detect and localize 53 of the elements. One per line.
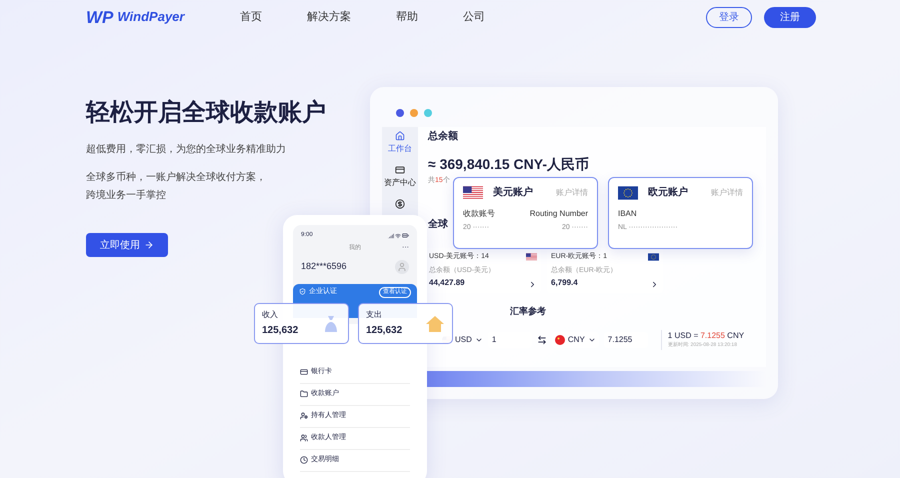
signal-icon [388, 232, 394, 238]
account-title: 欧元账户 [648, 185, 688, 200]
get-started-button[interactable]: 立即使用 [86, 233, 168, 257]
hero-title: 轻松开启全球收款账户 [86, 98, 326, 128]
login-button[interactable]: 登录 [706, 6, 752, 28]
eu-flag-icon [618, 186, 638, 200]
stat-value: 125,632 [366, 324, 402, 338]
rates-title: 汇率参考 [510, 304, 546, 318]
hero-description: 全球多币种，一账户解决全球收付方案， 跨境业务一手掌控 [86, 170, 267, 203]
menu-icon [300, 368, 308, 376]
swap-icon[interactable] [536, 334, 547, 345]
sidebar-icon [395, 131, 405, 141]
house-icon [425, 314, 445, 334]
menu-icon [300, 434, 308, 442]
arrow-right-icon [144, 240, 154, 250]
nav-link[interactable]: 公司 [463, 8, 485, 26]
field-label: 收款账号 [463, 208, 495, 220]
hero-subtitle: 超低费用，零汇损，为您的全球业务精准助力 [86, 142, 287, 157]
stat-value: 125,632 [262, 324, 298, 338]
logo-text: WindPayer [117, 8, 184, 26]
sidebar-item[interactable]: 工作台 [388, 131, 412, 155]
currency-total: 44,427.89 [429, 276, 466, 288]
sidebar-item[interactable] [395, 199, 405, 209]
menu-icon [300, 412, 308, 420]
balance-label: 总余额 [428, 129, 459, 144]
logo-mark: WP [86, 8, 114, 26]
account-title: 美元账户 [493, 185, 533, 200]
currencies-title: 全球 [428, 218, 448, 232]
sidebar-item[interactable]: 资产中心 [384, 165, 416, 189]
stat-label: 收入 [262, 309, 279, 321]
chevron-right-icon [650, 280, 659, 288]
us-flag-icon [526, 252, 537, 261]
field-label: Routing Number [530, 208, 588, 220]
sidebar-icon [395, 199, 405, 209]
balance-amount: ≈ 369,840.15 CNY-人民币 [428, 155, 590, 174]
cn-flag-icon [554, 334, 565, 345]
eu-flag-icon [648, 252, 659, 261]
chevron-right-icon [528, 280, 537, 288]
nav-link[interactable]: 解决方案 [307, 8, 351, 26]
nav-link[interactable]: 首页 [240, 8, 262, 26]
shield-icon [299, 288, 306, 296]
currency-total: 6,799.4 [551, 276, 579, 288]
exchange-rate: 1 USD = 7.1255 CNY [668, 330, 744, 342]
us-flag-icon [463, 186, 483, 200]
sidebar-icon [395, 165, 405, 175]
field-label: IBAN [618, 208, 638, 220]
nav-link[interactable]: 帮助 [396, 8, 418, 26]
user-phone: 182***6596 [301, 260, 347, 273]
battery-icon [402, 232, 409, 239]
menu-icon [300, 456, 308, 464]
wifi-icon [395, 232, 401, 238]
menu-icon [300, 390, 308, 398]
register-button[interactable]: 注册 [764, 6, 816, 28]
